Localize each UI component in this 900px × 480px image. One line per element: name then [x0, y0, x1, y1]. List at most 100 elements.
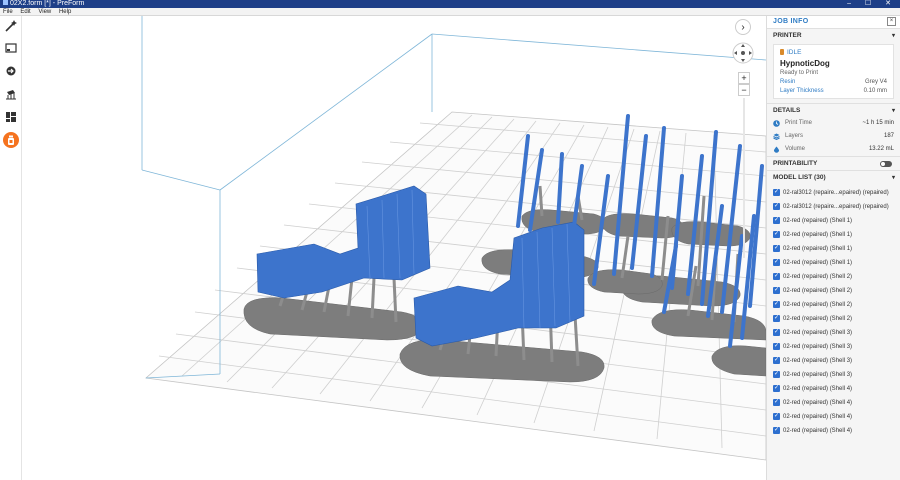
model-list-item-label: 02-red (repaired) (Shell 1)	[783, 260, 853, 266]
collapse-caret-icon: ▾	[891, 33, 895, 39]
model-checkbox[interactable]: ✓	[773, 427, 780, 434]
model-checkbox[interactable]: ✓	[773, 231, 780, 238]
title-bar: 02X2.form [*] - PreForm – ☐ ✕	[0, 0, 900, 8]
details-section-header[interactable]: DETAILS ▾	[767, 103, 900, 117]
model-list-item[interactable]: ✓ 02-red (repaired) (Shell 1)	[767, 256, 900, 270]
printer-status-text: IDLE	[787, 49, 802, 56]
model-list-item[interactable]: ✓ 02-ral3012 (repaire...epaired) (repaire…	[767, 200, 900, 214]
model-checkbox[interactable]: ✓	[773, 287, 780, 294]
model-list-item-label: 02-red (repaired) (Shell 3)	[783, 372, 853, 378]
printability-header-label: PRINTABILITY	[773, 160, 818, 167]
window-controls[interactable]: – ☐ ✕	[847, 0, 897, 8]
build-scene	[141, 16, 766, 461]
model-list-item-label: 02-red (repaired) (Shell 3)	[783, 330, 853, 336]
orientation-icon	[6, 66, 16, 76]
expand-panel-chevron-icon[interactable]: ›	[735, 19, 751, 35]
model-checkbox[interactable]: ✓	[773, 217, 780, 224]
collapse-caret-icon: ▾	[891, 108, 895, 114]
layout-button[interactable]	[3, 40, 19, 56]
model-list-item-label: 02-red (repaired) (Shell 2)	[783, 288, 853, 294]
resin-row: Resin Grey V4	[780, 79, 887, 85]
printer-ready-text: Ready to Print	[780, 70, 819, 76]
layer-thickness-label[interactable]: Layer Thickness	[780, 88, 824, 94]
menu-file[interactable]: File	[3, 9, 13, 15]
menu-help[interactable]: Help	[59, 9, 71, 15]
model-checkbox[interactable]: ✓	[773, 357, 780, 364]
app-icon	[3, 0, 8, 5]
model-list-item[interactable]: ✓ 02-red (repaired) (Shell 1)	[767, 228, 900, 242]
print-time-row: Print Time ~1 h 15 min	[767, 117, 900, 130]
model-checkbox[interactable]: ✓	[773, 399, 780, 406]
layer-thickness-value: 0.10 mm	[863, 88, 887, 94]
magic-wand-button[interactable]	[3, 18, 19, 34]
zoom-in-button[interactable]: +	[738, 72, 750, 84]
model-list-item[interactable]: ✓ 02-red (repaired) (Shell 2)	[767, 312, 900, 326]
printer-card[interactable]: IDLE HypnoticDog Ready to Print Resin Gre…	[773, 44, 894, 99]
model-list-header-label: MODEL LIST (30)	[773, 174, 826, 181]
model-checkbox[interactable]: ✓	[773, 329, 780, 336]
model-list-item[interactable]: ✓ 02-red (repaired) (Shell 2)	[767, 298, 900, 312]
model-list-item[interactable]: ✓ 02-ral3012 (repaire...epaired) (repaire…	[767, 186, 900, 200]
model-list-item[interactable]: ✓ 02-red (repaired) (Shell 1)	[767, 214, 900, 228]
model-list-item-label: 02-red (repaired) (Shell 4)	[783, 414, 853, 420]
close-icon[interactable]: ×	[887, 17, 896, 26]
layout-grid-icon	[6, 112, 16, 122]
model-list-item-label: 02-red (repaired) (Shell 4)	[783, 400, 853, 406]
model-list-item[interactable]: ✓ 02-red (repaired) (Shell 4)	[767, 410, 900, 424]
orientation-button[interactable]	[3, 63, 19, 79]
layout-icon	[5, 43, 17, 53]
3d-viewport[interactable]: › + −	[22, 16, 766, 480]
layout-grid-button[interactable]	[3, 109, 19, 125]
model-list-item[interactable]: ✓ 02-red (repaired) (Shell 3)	[767, 340, 900, 354]
model-checkbox[interactable]: ✓	[773, 385, 780, 392]
supports-icon	[6, 90, 16, 100]
model-checkbox[interactable]: ✓	[773, 343, 780, 350]
model-checkbox[interactable]: ✓	[773, 371, 780, 378]
model-list-item[interactable]: ✓ 02-red (repaired) (Shell 3)	[767, 326, 900, 340]
zoom-out-button[interactable]: −	[738, 84, 750, 96]
magic-wand-icon	[5, 20, 17, 32]
menu-bar: File Edit View Help	[0, 8, 900, 16]
view-navigation-pad[interactable]	[732, 42, 754, 64]
model-checkbox[interactable]: ✓	[773, 301, 780, 308]
model-list-item[interactable]: ✓ 02-red (repaired) (Shell 2)	[767, 284, 900, 298]
model-list-item[interactable]: ✓ 02-red (repaired) (Shell 1)	[767, 242, 900, 256]
print-button[interactable]	[3, 132, 19, 148]
menu-edit[interactable]: Edit	[20, 9, 30, 15]
printer-header-label: PRINTER	[773, 32, 802, 39]
print-time-label: Print Time	[785, 120, 813, 126]
model-checkbox[interactable]: ✓	[773, 273, 780, 280]
model-list-item-label: 02-red (repaired) (Shell 4)	[783, 428, 853, 434]
printability-toggle[interactable]	[880, 161, 892, 167]
model-list-item[interactable]: ✓ 02-red (repaired) (Shell 2)	[767, 270, 900, 284]
model-list-item-label: 02-red (repaired) (Shell 1)	[783, 232, 853, 238]
model-list-item[interactable]: ✓ 02-red (repaired) (Shell 3)	[767, 354, 900, 368]
model-list-item[interactable]: ✓ 02-red (repaired) (Shell 3)	[767, 368, 900, 382]
model-list-section-header[interactable]: MODEL LIST (30) ▾	[767, 170, 900, 184]
menu-view[interactable]: View	[38, 9, 51, 15]
print-icon	[8, 135, 14, 145]
model-checkbox[interactable]: ✓	[773, 259, 780, 266]
left-toolbar	[0, 16, 22, 480]
zoom-slider[interactable]	[743, 98, 745, 258]
model-list-item[interactable]: ✓ 02-red (repaired) (Shell 4)	[767, 382, 900, 396]
model-checkbox[interactable]: ✓	[773, 315, 780, 322]
model-checkbox[interactable]: ✓	[773, 189, 780, 196]
model-checkbox[interactable]: ✓	[773, 203, 780, 210]
resin-value: Grey V4	[864, 79, 887, 85]
volume-value: 13.22 mL	[868, 146, 894, 152]
model-checkbox[interactable]: ✓	[773, 245, 780, 252]
supports-button[interactable]	[3, 86, 19, 102]
resin-label[interactable]: Resin	[780, 79, 795, 85]
model-list-item-label: 02-red (repaired) (Shell 1)	[783, 246, 853, 252]
print-time-value: ~1 h 15 min	[862, 120, 894, 126]
model-list-item-label: 02-red (repaired) (Shell 1)	[783, 218, 853, 224]
printability-section-header: PRINTABILITY	[767, 156, 900, 170]
model-checkbox[interactable]: ✓	[773, 413, 780, 420]
printer-section-header[interactable]: PRINTER ▾	[767, 28, 900, 42]
layers-label: Layers	[785, 133, 804, 139]
model-list-item[interactable]: ✓ 02-red (repaired) (Shell 4)	[767, 424, 900, 438]
model-list-item[interactable]: ✓ 02-red (repaired) (Shell 4)	[767, 396, 900, 410]
model-list-item-label: 02-red (repaired) (Shell 2)	[783, 274, 853, 280]
window-title: 02X2.form [*] - PreForm	[10, 0, 85, 7]
